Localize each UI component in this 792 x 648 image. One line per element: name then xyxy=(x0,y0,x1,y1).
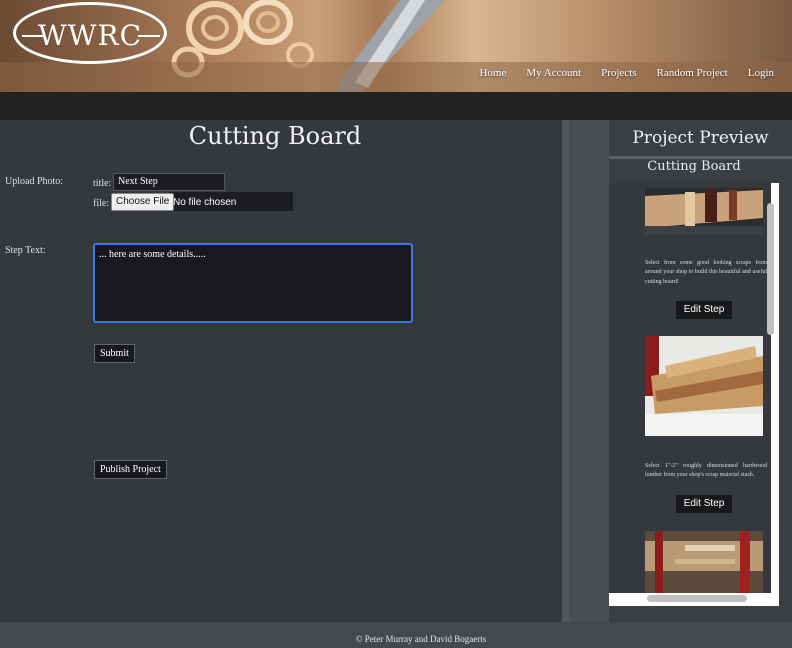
edit-step-2-button[interactable]: Edit Step xyxy=(676,495,732,513)
page: WWRC Home My Account Projects Random Pro… xyxy=(0,0,792,648)
nav-projects[interactable]: Projects xyxy=(601,67,636,79)
step-3-photo xyxy=(645,531,763,593)
footer: © Peter Murray and David Bogaerts xyxy=(0,622,792,648)
step-1-text: Select from some good looking scraps fro… xyxy=(645,260,767,285)
panel-gutter xyxy=(569,120,609,622)
logo-line-right xyxy=(138,35,160,37)
header-divider-bar xyxy=(0,92,792,120)
step-1-photo xyxy=(645,188,763,235)
preview-scroll-frame[interactable]: Select from some good looking scraps fro… xyxy=(609,183,779,606)
nav-login[interactable]: Login xyxy=(748,67,774,79)
step-2-photo xyxy=(645,336,763,436)
title-field-label: title: xyxy=(93,178,112,189)
step-text-area[interactable]: ... here are some details..... xyxy=(93,243,413,323)
edit-step-1-button[interactable]: Edit Step xyxy=(676,301,732,319)
preview-vertical-scroll-thumb[interactable] xyxy=(767,203,774,335)
file-status-text: No file chosen xyxy=(173,197,237,208)
preview-content: Select from some good looking scraps fro… xyxy=(609,183,771,593)
site-logo[interactable]: WWRC xyxy=(13,2,167,64)
panel-divider xyxy=(562,120,569,622)
preview-project-title: Cutting Board xyxy=(647,159,741,174)
file-field-label: file: xyxy=(93,198,110,209)
preview-heading: Project Preview xyxy=(632,128,769,148)
project-preview-panel: Project Preview Cutting Board Select fro… xyxy=(609,120,792,622)
upload-photo-label: Upload Photo: xyxy=(5,176,64,187)
footer-copyright: © Peter Murray and David Bogaerts xyxy=(355,634,487,644)
nav-my-account[interactable]: My Account xyxy=(526,67,581,79)
header-banner: WWRC Home My Account Projects Random Pro… xyxy=(0,0,792,92)
nav-random-project[interactable]: Random Project xyxy=(657,67,728,79)
step-2-text: Select 1"-2" roughly dimensioned hardwoo… xyxy=(645,463,767,479)
step-text-label: Step Text: xyxy=(5,245,46,256)
publish-project-button[interactable]: Publish Project xyxy=(94,460,167,479)
step-form-panel: Cutting Board Upload Photo: title: Next … xyxy=(0,120,562,622)
main-nav: Home My Account Projects Random Project … xyxy=(459,67,774,79)
page-title: Cutting Board xyxy=(188,122,362,150)
choose-file-button[interactable]: Choose File xyxy=(111,193,175,211)
nav-home[interactable]: Home xyxy=(479,67,506,79)
preview-horizontal-scroll-thumb[interactable] xyxy=(647,595,747,602)
step-title-input[interactable]: Next Step xyxy=(113,173,225,191)
submit-button[interactable]: Submit xyxy=(94,344,135,363)
